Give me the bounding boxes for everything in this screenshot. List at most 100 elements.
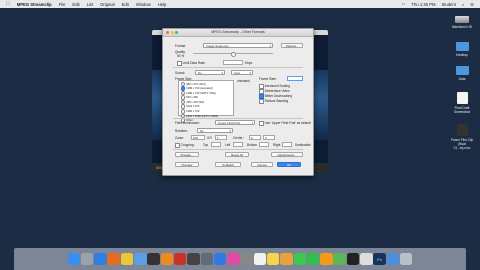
apple-menu-icon[interactable]:  [6, 1, 10, 7]
sound-bitrate-select[interactable]: Auto [231, 70, 253, 75]
spotlight-icon[interactable]: ⌕ [462, 2, 464, 7]
finder-icon[interactable] [67, 252, 81, 266]
downloads-icon[interactable] [386, 252, 400, 266]
desktop-folder-data[interactable]: Data [450, 66, 474, 81]
launchpad-icon[interactable] [80, 252, 94, 266]
folder-label: Data [458, 77, 466, 81]
menu-edit-2[interactable]: Edit [122, 2, 129, 7]
zoom-icon[interactable] [175, 31, 178, 34]
photoshop-icon[interactable]: Ps [373, 252, 386, 266]
use-upper-checkbox[interactable] [259, 121, 264, 126]
frame-size-radio[interactable] [180, 86, 186, 91]
clapper-icon[interactable] [147, 252, 160, 266]
messages-icon[interactable] [293, 252, 307, 266]
itunes-icon[interactable] [227, 252, 240, 266]
cropping-checkbox[interactable] [175, 143, 180, 148]
ibooks-icon[interactable] [320, 252, 333, 266]
notification-icon[interactable]: ☰ [470, 2, 474, 7]
crop-top-field[interactable] [211, 142, 221, 147]
separator [173, 149, 303, 150]
maps-icon[interactable] [333, 252, 346, 266]
terminal-icon[interactable] [346, 252, 360, 266]
banding-checkbox[interactable] [259, 99, 264, 104]
folder-label: Desktop [456, 53, 468, 57]
limit-data-rate-checkbox[interactable] [177, 61, 182, 66]
to-batch-button[interactable]: To Batch [215, 162, 241, 167]
cancel-button[interactable]: Cancel [251, 162, 273, 167]
menu-edit[interactable]: Edit [72, 2, 79, 7]
preview-button[interactable]: Preview [175, 162, 199, 167]
folder-icon [455, 66, 469, 75]
desktop-file-movie[interactable]: Power Film Clip (Boat 01...m).mov [450, 124, 474, 150]
movie-file-icon [456, 124, 468, 136]
center-x-field[interactable]: 0 [249, 135, 261, 140]
notes-icon[interactable] [266, 252, 280, 266]
minimize-icon[interactable] [170, 31, 174, 34]
crop-bottom-field[interactable] [259, 142, 269, 147]
field-dominance-select[interactable]: Upper Field First [215, 120, 255, 125]
interlaced-checkbox[interactable] [259, 84, 264, 89]
mail-icon[interactable] [134, 252, 147, 266]
firefox-icon[interactable] [107, 252, 120, 266]
photos-icon[interactable] [280, 252, 293, 266]
desktop-folder-desktop[interactable]: Desktop [450, 42, 474, 57]
desktop-file-screenshot[interactable]: Final Draft Screenshot [450, 92, 474, 114]
cropping[interactable]: Cropping: [175, 143, 194, 148]
file-label: Power Film Clip (Boat 01...m).mov [450, 138, 474, 150]
ok-button[interactable]: OK [277, 162, 301, 167]
deinterlace-checkbox[interactable] [259, 89, 264, 94]
better-downscaling[interactable]: Better Downscaling [259, 94, 292, 99]
sound-select[interactable]: No [195, 70, 225, 75]
clock[interactable]: Thu 1:46 PM [411, 2, 435, 7]
menu-file[interactable]: File [59, 2, 66, 7]
menu-app-name[interactable]: MPEG Streamclip [17, 2, 52, 7]
menu-original[interactable]: Original [100, 2, 114, 7]
close-icon[interactable] [166, 31, 169, 34]
user-menu[interactable]: Student [441, 2, 455, 7]
options-button[interactable]: Options... [281, 43, 303, 48]
quicktime-icon[interactable] [200, 252, 213, 266]
app-store-icon[interactable] [213, 252, 227, 266]
interlaced-scaling[interactable]: Interlaced Scaling [259, 84, 290, 89]
menu-window[interactable]: Window [136, 2, 151, 7]
drive-label: Macintosh HD [451, 25, 473, 29]
hard-drive-icon [455, 16, 469, 23]
xy-field[interactable]: 1 [215, 135, 227, 140]
crop-right-field[interactable] [282, 142, 292, 147]
menu-list[interactable]: List [87, 2, 94, 7]
desktop-drive[interactable]: Macintosh HD [450, 16, 474, 29]
quality-slider-thumb[interactable] [231, 51, 236, 57]
format-select[interactable]: Image Sequence [203, 43, 273, 48]
film-icon[interactable] [187, 252, 200, 266]
rotation-select[interactable]: No [197, 128, 233, 133]
downscaling-checkbox[interactable] [259, 94, 264, 99]
texteditor-icon[interactable] [360, 252, 373, 266]
presets-button[interactable]: Presets... [175, 152, 199, 157]
frame-size-radio[interactable] [180, 109, 186, 114]
deinterlace-video[interactable]: Deinterlace Video [259, 89, 290, 94]
zoom-field[interactable]: 100 [191, 135, 205, 140]
system-prefs-icon[interactable] [240, 252, 253, 266]
chrome-icon[interactable] [120, 252, 134, 266]
center-y-field[interactable]: 0 [263, 135, 275, 140]
menu-extras: ◠ Thu 1:46 PM Student ⌕ ☰ [402, 2, 474, 7]
limit-unit: Kbps [245, 61, 253, 65]
vlc-icon[interactable] [160, 252, 174, 266]
trash-icon[interactable] [399, 252, 413, 266]
calendar-icon[interactable] [253, 252, 267, 266]
separator [173, 118, 303, 119]
reset-all-button[interactable]: Reset All [225, 152, 249, 157]
menu-help[interactable]: Help [158, 2, 167, 7]
facetime-icon[interactable] [306, 252, 320, 266]
wifi-icon[interactable]: ◠ [402, 2, 406, 7]
use-upper-field[interactable]: Use 'Upper Field First' as default [259, 121, 311, 126]
frame-rate-field[interactable] [287, 76, 303, 81]
file-label: Final Draft Screenshot [453, 106, 471, 114]
crop-left-field[interactable] [233, 142, 243, 147]
safari-icon[interactable] [94, 252, 107, 266]
photo-booth-icon[interactable] [173, 252, 187, 266]
limit-data-rate-field[interactable] [223, 60, 243, 65]
window-controls [166, 31, 178, 34]
adjustments-button[interactable]: Adjustments... [271, 152, 303, 157]
reduce-banding[interactable]: Reduce Banding [259, 99, 288, 104]
